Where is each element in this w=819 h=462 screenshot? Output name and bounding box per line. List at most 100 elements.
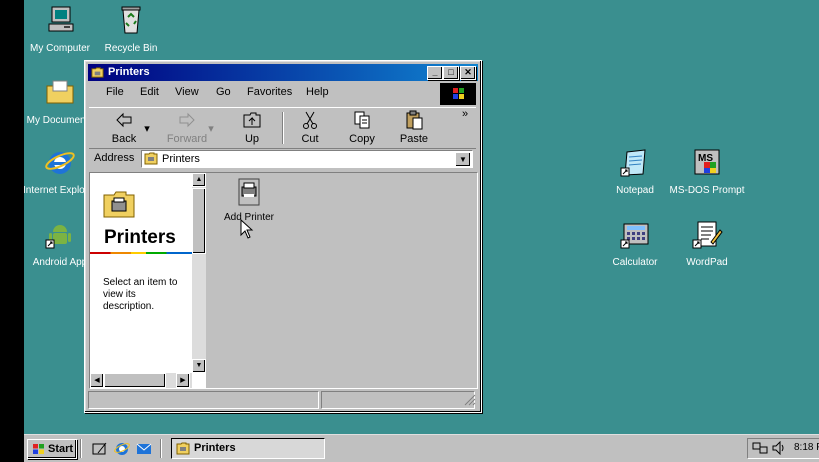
taskbar-separator bbox=[160, 439, 162, 458]
taskbar-separator bbox=[80, 439, 82, 458]
windows-logo-icon bbox=[33, 444, 44, 454]
taskbar-button-label: Printers bbox=[194, 442, 236, 454]
minimize-icon: _ bbox=[432, 67, 438, 77]
clock[interactable]: 8:18 PM bbox=[794, 442, 819, 453]
scroll-left-button[interactable]: ◀ bbox=[90, 373, 104, 388]
content-area: Printers Select an item to view its desc… bbox=[89, 172, 478, 389]
desktop-icon-label: My Computer bbox=[29, 43, 90, 54]
start-label: Start bbox=[48, 443, 74, 455]
desktop-icon-label: MS-DOS Prompt bbox=[669, 185, 745, 196]
address-label: Address bbox=[94, 152, 135, 164]
scroll-right-button[interactable]: ▶ bbox=[176, 373, 190, 388]
notepad-icon bbox=[620, 149, 646, 177]
copy-button[interactable]: Copy bbox=[339, 110, 385, 145]
paste-label: Paste bbox=[399, 133, 429, 145]
scissors-icon bbox=[303, 111, 317, 129]
internet-explorer-icon bbox=[45, 152, 75, 174]
rainbow-divider bbox=[90, 252, 192, 254]
ms-dos-icon: MS bbox=[694, 149, 720, 175]
windows-flag-icon bbox=[453, 88, 464, 99]
outlook-express-icon[interactable] bbox=[136, 441, 152, 457]
printer-folder-large-icon bbox=[103, 191, 135, 218]
web-view-pane: Printers Select an item to view its desc… bbox=[90, 173, 206, 388]
scroll-up-button[interactable]: ▲ bbox=[192, 173, 206, 187]
status-bar bbox=[88, 391, 478, 409]
scroll-thumb-horizontal[interactable] bbox=[104, 373, 166, 388]
calculator-icon bbox=[620, 223, 649, 249]
menu-go[interactable]: Go bbox=[216, 86, 231, 98]
menu-edit[interactable]: Edit bbox=[140, 86, 159, 98]
cut-label: Cut bbox=[301, 133, 319, 145]
menu-bar: File Edit View Go Favorites Help bbox=[89, 83, 474, 103]
toolbar: Back ▾ Forward ▾ Up Cut Copy Paste » bbox=[89, 107, 476, 149]
desktop-icon-ms-dos-prompt[interactable]: MS MS-DOS Prompt bbox=[669, 146, 745, 197]
copy-label: Copy bbox=[349, 133, 375, 145]
printer-folder-icon bbox=[176, 442, 190, 455]
back-dropdown[interactable]: ▾ bbox=[141, 122, 153, 135]
address-dropdown-button[interactable]: ▼ bbox=[455, 152, 471, 167]
folder-icon bbox=[46, 80, 74, 104]
status-cell-main bbox=[88, 391, 319, 409]
show-desktop-icon[interactable] bbox=[92, 441, 108, 457]
address-bar: Address Printers ▼ bbox=[89, 149, 476, 169]
horizontal-scrollbar[interactable]: ◀ ▶ bbox=[90, 373, 192, 388]
copy-icon bbox=[354, 111, 370, 129]
menu-help[interactable]: Help bbox=[306, 86, 329, 98]
forward-dropdown[interactable]: ▾ bbox=[205, 122, 217, 135]
paste-button[interactable]: Paste bbox=[391, 110, 437, 145]
desktop-icon-calculator[interactable]: Calculator bbox=[597, 218, 673, 269]
volume-icon[interactable] bbox=[772, 441, 786, 455]
cut-button[interactable]: Cut bbox=[287, 110, 333, 145]
scroll-thumb[interactable] bbox=[192, 188, 206, 254]
desktop-icon-label: Notepad bbox=[616, 185, 654, 196]
printer-folder-icon bbox=[91, 67, 104, 78]
close-icon: ✕ bbox=[464, 67, 472, 77]
network-icon[interactable] bbox=[752, 441, 768, 455]
desktop-icon-my-computer[interactable]: My Computer bbox=[24, 4, 98, 55]
my-computer-icon bbox=[48, 6, 74, 32]
taskbar-button-printers[interactable]: Printers bbox=[171, 438, 325, 459]
desktop-icon-notepad[interactable]: Notepad bbox=[597, 146, 673, 197]
printers-window: Printers _ □ ✕ File Edit View Go Favorit… bbox=[84, 60, 482, 413]
up-label: Up bbox=[244, 133, 260, 145]
menu-file[interactable]: File bbox=[106, 86, 124, 98]
scroll-down-button[interactable]: ▼ bbox=[192, 359, 206, 373]
file-list-pane: Add Printer bbox=[206, 173, 477, 388]
menu-view[interactable]: View bbox=[175, 86, 199, 98]
recycle-bin-icon bbox=[121, 6, 141, 34]
printer-folder-icon bbox=[144, 152, 158, 165]
toolbar-more-chevron[interactable]: » bbox=[457, 108, 473, 120]
close-button[interactable]: ✕ bbox=[460, 66, 476, 80]
desktop-icon-wordpad[interactable]: WordPad bbox=[669, 218, 745, 269]
paste-icon bbox=[406, 110, 423, 130]
desktop-icon-label: Recycle Bin bbox=[104, 43, 158, 54]
system-tray: 8:18 PM bbox=[747, 438, 819, 459]
taskbar: Start Printers 8:18 PM bbox=[24, 434, 819, 462]
vertical-scrollbar[interactable]: ▲ ▼ bbox=[192, 173, 206, 373]
window-title: Printers bbox=[108, 66, 150, 78]
start-button[interactable]: Start bbox=[27, 439, 77, 459]
resize-grip-icon[interactable] bbox=[464, 394, 476, 406]
wordpad-icon bbox=[692, 221, 723, 249]
minimize-button[interactable]: _ bbox=[427, 66, 443, 80]
up-button[interactable]: Up bbox=[229, 110, 275, 145]
forward-label: Forward bbox=[166, 133, 208, 145]
status-cell-secondary bbox=[321, 391, 475, 409]
address-field[interactable]: Printers ▼ bbox=[141, 150, 473, 168]
pane-title: Printers bbox=[104, 227, 176, 248]
title-bar[interactable]: Printers _ □ ✕ bbox=[88, 64, 478, 81]
chevron-down-icon: ▼ bbox=[459, 155, 467, 164]
desktop-icon-recycle-bin[interactable]: Recycle Bin bbox=[93, 4, 169, 55]
add-printer-item[interactable]: Add Printer bbox=[214, 177, 284, 223]
forward-arrow-icon bbox=[179, 112, 195, 128]
maximize-button[interactable]: □ bbox=[443, 66, 459, 80]
internet-explorer-icon[interactable] bbox=[114, 441, 130, 457]
pane-description: Select an item to view its description. bbox=[103, 277, 178, 312]
scroll-down-icon: ▼ bbox=[195, 362, 203, 369]
menu-favorites[interactable]: Favorites bbox=[247, 86, 292, 98]
forward-button[interactable]: Forward bbox=[164, 110, 210, 145]
back-arrow-icon bbox=[116, 112, 132, 128]
maximize-icon: □ bbox=[448, 67, 454, 77]
address-value: Printers bbox=[162, 153, 200, 165]
mouse-cursor-icon bbox=[240, 219, 254, 239]
